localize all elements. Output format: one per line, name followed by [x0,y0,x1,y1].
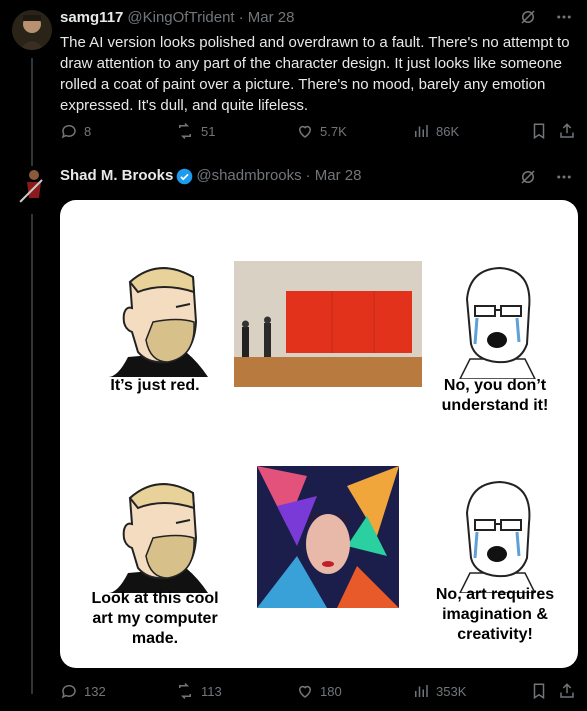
reply-count: 8 [84,123,92,139]
crying-wojak-illustration [459,266,536,379]
grok-icon[interactable] [519,168,537,186]
chad-illustration [108,267,208,377]
avatar[interactable] [12,10,52,50]
bookmark-button[interactable] [530,122,548,140]
more-icon[interactable] [555,168,573,186]
ai-generated-art-image [257,466,399,608]
like-button[interactable]: 180 [296,682,342,700]
reply-icon [60,682,78,700]
tweet-text: The AI version looks polished and overdr… [60,34,570,114]
tweet-date[interactable]: · Mar 28 [306,166,362,186]
meme-caption-top-left: It’s just red. [110,377,200,394]
author-name[interactable]: Shad M. Brooks [60,166,173,186]
share-button[interactable] [558,122,576,140]
bookmark-button[interactable] [530,682,548,700]
chad-illustration [108,483,208,593]
reply-button[interactable]: 132 [60,682,106,700]
like-icon [296,122,314,140]
views-icon [412,122,430,140]
views-button[interactable]: 86K [412,122,459,140]
museum-painting-photo [234,261,422,387]
verified-badge-icon [176,168,193,185]
meme-caption-bottom-right: No, art requires imagination & creativit… [435,586,555,643]
more-icon[interactable] [555,8,573,26]
repost-count: 113 [201,683,222,699]
share-button[interactable] [558,682,576,700]
views-count: 353K [436,683,467,699]
reply-icon [60,122,78,140]
share-icon [558,122,576,140]
like-button[interactable]: 5.7K [296,122,347,140]
author-name[interactable]: samg117 [60,8,123,28]
repost-button[interactable]: 113 [175,682,222,700]
views-button[interactable]: 353K [412,682,466,700]
tweet-1[interactable]: samg117 @KingOfTrident · Mar 28 The AI v… [0,0,587,160]
meme-caption-top-right: No, you don’t understand it! [441,377,549,414]
reply-button[interactable]: 8 [60,122,91,140]
grok-icon[interactable] [519,8,537,26]
like-icon [296,682,314,700]
crying-wojak-illustration [459,480,536,593]
repost-icon [175,682,195,700]
reply-count: 132 [84,683,106,699]
views-icon [412,682,430,700]
tweet-media-image[interactable]: It’s just red. No, you don’t understand … [60,200,578,668]
like-count: 180 [320,683,342,699]
tweet-date[interactable]: · Mar 28 [239,8,295,28]
repost-count: 51 [201,123,216,139]
like-count: 5.7K [320,123,347,139]
meme-caption-bottom-left: Look at this cool art my computer made. [91,590,219,647]
author-handle[interactable]: @shadmbrooks [196,166,301,186]
repost-icon [175,122,195,140]
repost-button[interactable]: 51 [175,122,215,140]
views-count: 86K [436,123,460,139]
bookmark-icon [530,122,548,140]
share-icon [558,682,576,700]
bookmark-icon [530,682,548,700]
author-handle[interactable]: @KingOfTrident [127,8,234,28]
avatar[interactable] [12,166,52,206]
